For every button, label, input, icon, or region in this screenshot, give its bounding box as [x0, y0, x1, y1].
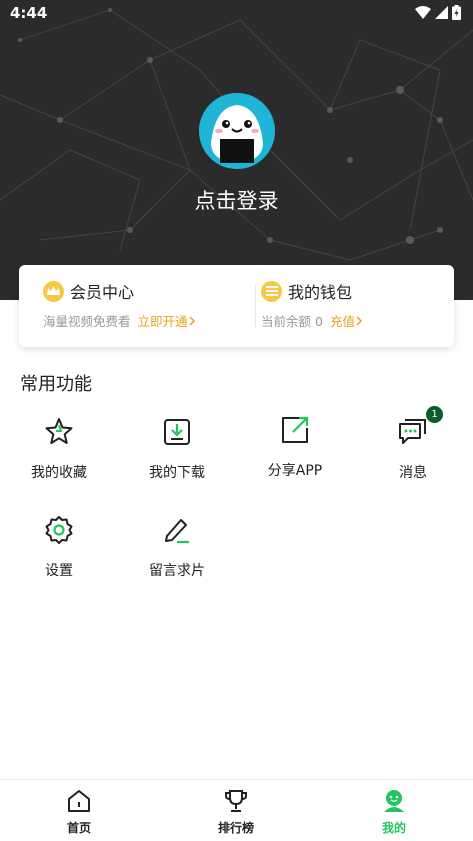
share-app-label: 分享APP	[267, 463, 323, 479]
wifi-icon	[415, 6, 431, 19]
gear-icon	[43, 514, 75, 546]
wallet-balance: 当前余额 0	[261, 314, 323, 329]
messages-label: 消息	[399, 465, 427, 481]
downloads-label: 我的下载	[149, 465, 205, 481]
chevron-right-icon	[356, 315, 363, 326]
avatar[interactable]	[199, 93, 275, 169]
chevron-right-icon	[189, 315, 195, 326]
bottom-nav: 首页 排行榜 我的	[0, 779, 473, 841]
share-icon	[279, 414, 311, 446]
nav-mine[interactable]: 我的	[344, 788, 444, 836]
nav-mine-label: 我的	[381, 821, 406, 835]
recharge-label: 充值	[329, 314, 355, 329]
my-wallet[interactable]: 我的钱包 当前余额 0 充值	[261, 279, 363, 330]
wallet-title: 我的钱包	[288, 283, 353, 302]
message-badge: 1	[426, 406, 443, 423]
settings-label: 设置	[45, 563, 73, 579]
favorites-button[interactable]: 我的收藏	[0, 416, 118, 500]
trophy-icon	[223, 788, 249, 814]
status-icons	[415, 5, 461, 20]
vip-subtitle: 海量视频免费看	[43, 314, 131, 329]
crown-icon	[43, 280, 64, 302]
download-icon	[161, 416, 193, 448]
downloads-button[interactable]: 我的下载	[118, 416, 236, 500]
favorites-label: 我的收藏	[31, 465, 87, 481]
vip-title: 会员中心	[70, 283, 135, 302]
settings-button[interactable]: 设置	[0, 514, 118, 598]
card-divider	[255, 285, 256, 327]
rice-ball-avatar-icon	[199, 93, 275, 169]
signal-icon	[435, 6, 448, 19]
nav-ranking-label: 排行榜	[217, 821, 254, 835]
wallet-icon	[261, 280, 282, 302]
recharge-link[interactable]: 充值	[330, 311, 363, 330]
vip-open-link[interactable]: 立即开通	[138, 311, 196, 330]
home-icon	[66, 788, 92, 814]
nav-home-label: 首页	[66, 821, 91, 835]
battery-icon	[452, 5, 461, 20]
star-icon	[43, 416, 75, 448]
share-app-button[interactable]: 分享APP	[236, 414, 354, 498]
status-time: 4:44	[10, 4, 48, 22]
profile-icon	[381, 788, 407, 814]
messages-button[interactable]: 1 消息	[354, 406, 472, 500]
nav-ranking[interactable]: 排行榜	[186, 788, 286, 836]
request-movie-label: 留言求片	[149, 563, 205, 579]
message-icon: 1	[397, 406, 443, 448]
profile-header: 4:44 点击登录	[0, 0, 473, 300]
nav-home[interactable]: 首页	[29, 788, 129, 836]
member-card: 会员中心 海量视频免费看 立即开通 我的钱包 当前余额 0 充值	[19, 265, 454, 347]
request-movie-button[interactable]: 留言求片	[118, 514, 236, 598]
vip-center[interactable]: 会员中心 海量视频免费看 立即开通	[43, 279, 196, 330]
status-bar: 4:44	[0, 0, 473, 26]
edit-icon	[161, 514, 193, 546]
section-title: 常用功能	[20, 374, 92, 395]
login-button[interactable]: 点击登录	[0, 185, 473, 215]
vip-open-label: 立即开通	[137, 314, 188, 329]
